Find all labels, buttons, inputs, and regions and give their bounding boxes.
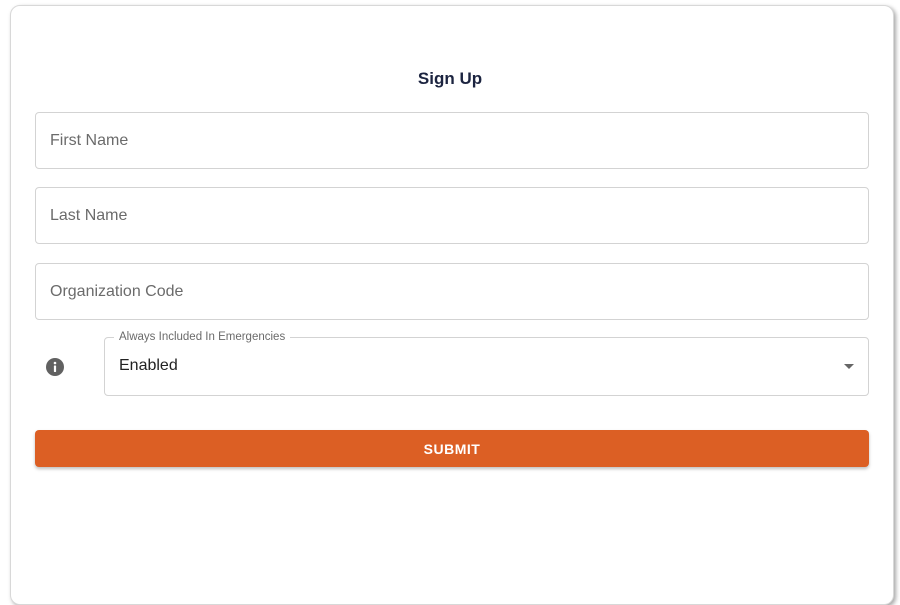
emergency-select-label: Always Included In Emergencies (114, 330, 291, 344)
first-name-field[interactable] (35, 112, 869, 169)
emergency-select[interactable]: Always Included In Emergencies Enabled (104, 330, 869, 396)
info-icon[interactable] (45, 357, 65, 377)
first-name-input[interactable] (36, 113, 868, 168)
page-title: Sign Up (417, 69, 483, 88)
chevron-down-icon[interactable] (844, 364, 854, 369)
organization-code-field[interactable] (35, 263, 869, 320)
organization-code-input[interactable] (36, 264, 868, 319)
emergency-select-value: Enabled (119, 357, 178, 374)
submit-button[interactable]: SUBMIT (35, 430, 869, 467)
last-name-field[interactable] (35, 187, 869, 244)
last-name-input[interactable] (36, 188, 868, 243)
